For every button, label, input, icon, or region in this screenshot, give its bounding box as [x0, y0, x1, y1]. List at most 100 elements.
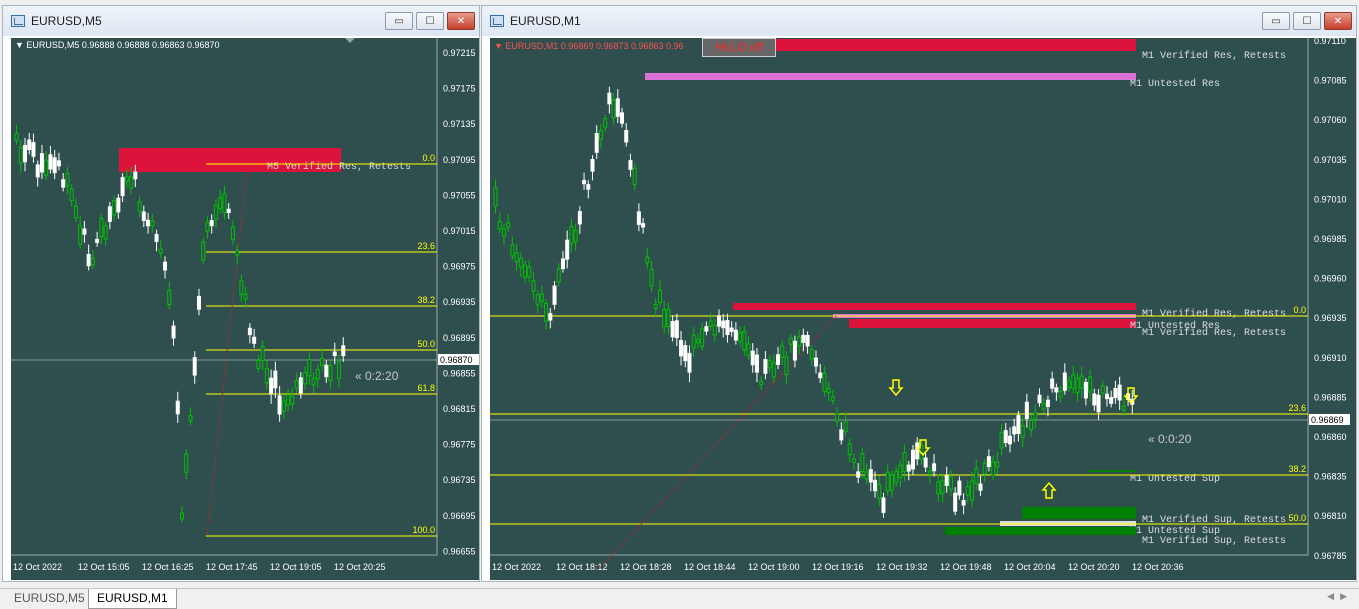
candle-body — [514, 252, 519, 263]
price-axis-label: 0.96975 — [443, 262, 476, 272]
candle-body — [116, 197, 121, 213]
candle-body — [624, 129, 629, 143]
candle-body — [99, 217, 104, 238]
price-axis-label: 0.96885 — [1314, 392, 1347, 402]
candle-body — [712, 324, 717, 336]
maximize-button[interactable]: ☐ — [1293, 12, 1321, 30]
candle-body — [332, 351, 337, 357]
price-axis-label: 0.97215 — [443, 48, 476, 58]
resistance-zone-mid2 — [849, 319, 1136, 328]
time-axis-label: 12 Oct 18:28 — [620, 562, 672, 572]
candle-body — [294, 379, 299, 389]
candle-body — [252, 336, 257, 344]
candle-body — [269, 377, 274, 395]
candle-body — [277, 395, 282, 415]
time-axis-label: 12 Oct 20:04 — [1004, 562, 1056, 572]
candle-body — [1092, 393, 1097, 406]
candle-body — [22, 144, 27, 163]
chart-window-m5[interactable]: EURUSD,M5 ▭ ☐ ✕ ▼ EURUSD,M5 0.96888 0.96… — [2, 5, 480, 582]
candle-body — [222, 193, 227, 214]
time-axis-label: 12 Oct 18:44 — [684, 562, 736, 572]
candle-body — [784, 356, 789, 376]
maximize-button[interactable]: ☐ — [416, 12, 444, 30]
candle-body — [906, 464, 911, 472]
fib-level-label: 38.2 — [417, 295, 435, 305]
tab-eurusd-m1[interactable]: EURUSD,M1 — [88, 589, 177, 609]
price-axis-label: 0.96860 — [1314, 432, 1347, 442]
candle-body — [506, 222, 511, 228]
chart-shift-marker-icon — [345, 38, 355, 43]
fib-level-label: 38.2 — [1288, 464, 1306, 474]
price-chart-m1[interactable]: ▼ EURUSD,M1 0.96869 0.96873 0.96863 0.96… — [490, 38, 1356, 580]
price-axis-label: 0.96695 — [443, 511, 476, 521]
candle-body — [851, 458, 856, 463]
chart-canvas-m1[interactable]: ▼ EURUSD,M1 0.96869 0.96873 0.96863 0.96… — [490, 38, 1356, 580]
candle-body — [188, 415, 193, 422]
candle-body — [1050, 378, 1055, 389]
price-axis-label: 0.96775 — [443, 440, 476, 450]
price-axis-label: 0.97015 — [443, 226, 476, 236]
hilo-toggle-button[interactable]: Hi-LO off — [702, 38, 776, 57]
price-axis-label: 0.96985 — [1314, 234, 1347, 244]
candle-body — [830, 396, 835, 402]
candle-body — [286, 394, 291, 406]
candle-body — [1037, 394, 1042, 404]
candle-body — [986, 456, 991, 467]
fib-trend-line — [206, 171, 248, 535]
candle-body — [103, 225, 108, 240]
candle-body — [873, 479, 878, 492]
minimize-button[interactable]: ▭ — [385, 12, 413, 30]
price-axis-label: 0.97035 — [1314, 155, 1347, 165]
candle-body — [1104, 393, 1109, 400]
candle-body — [814, 357, 818, 367]
candle-body — [146, 219, 151, 227]
candle-body — [586, 184, 591, 190]
minimize-button[interactable]: ▭ — [1262, 12, 1290, 30]
chart-canvas-m5[interactable]: ▼ EURUSD,M5 0.96888 0.96888 0.96863 0.96… — [11, 38, 479, 580]
candle-body — [628, 160, 633, 170]
candle-body — [1075, 378, 1080, 394]
fib-level-label: 23.6 — [1288, 403, 1306, 413]
candle-body — [31, 141, 36, 157]
candle-body — [290, 396, 295, 405]
candle-body — [230, 226, 235, 241]
time-axis-label: 12 Oct 16:25 — [142, 562, 194, 572]
candle-body — [213, 205, 218, 220]
candle-body — [209, 220, 214, 227]
candle-body — [192, 357, 197, 376]
candle-body — [885, 471, 890, 492]
window-titlebar-m1[interactable]: EURUSD,M1 ▭ ☐ ✕ — [482, 6, 1356, 36]
price-axis-label: 0.96655 — [443, 546, 476, 556]
arrow-down-icon — [888, 379, 904, 397]
chart-window-icon — [490, 15, 504, 27]
tab-scroll-arrows-icon[interactable]: ◀▶ — [1327, 592, 1353, 602]
candle-body — [518, 257, 523, 268]
window-titlebar-m5[interactable]: EURUSD,M5 ▭ ☐ ✕ — [3, 6, 479, 36]
candle-body — [615, 98, 620, 117]
candle-body — [721, 320, 726, 329]
candle-body — [577, 211, 582, 225]
candle-body — [1003, 430, 1008, 444]
time-axis-label: 12 Oct 19:05 — [270, 562, 322, 572]
price-chart-m5[interactable]: ▼ EURUSD,M5 0.96888 0.96888 0.96863 0.96… — [11, 38, 479, 580]
candle-body — [560, 258, 565, 270]
price-axis-label: 0.97135 — [443, 119, 476, 129]
candle-body — [531, 280, 536, 292]
price-axis-label: 0.96835 — [1314, 472, 1347, 482]
tab-eurusd-m5[interactable]: EURUSD,M5 — [6, 589, 93, 609]
candle-body — [598, 130, 603, 140]
candle-body — [898, 464, 903, 479]
candle-body — [73, 205, 78, 219]
candle-body — [129, 176, 134, 189]
candle-body — [801, 334, 806, 344]
candle-body — [256, 359, 261, 369]
close-button[interactable]: ✕ — [447, 12, 475, 30]
candle-body — [889, 474, 894, 491]
candle-body — [82, 228, 87, 235]
chart-window-m1[interactable]: EURUSD,M1 ▭ ☐ ✕ ▼ EURUSD,M1 0.96869 0.96… — [481, 5, 1357, 582]
candle-body — [497, 221, 502, 230]
close-button[interactable]: ✕ — [1324, 12, 1352, 30]
candle-body — [1117, 384, 1122, 401]
candle-body — [695, 339, 700, 344]
candle-body — [847, 443, 852, 456]
